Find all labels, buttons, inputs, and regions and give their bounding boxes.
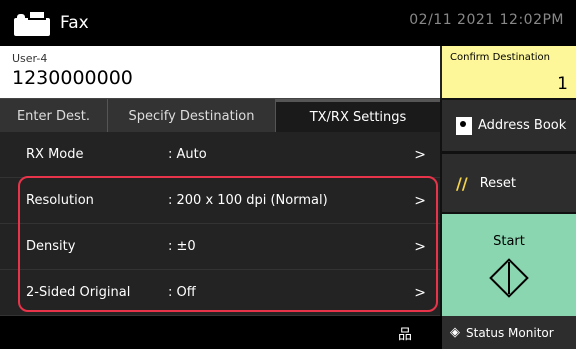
chevron-right-icon: > [414,192,426,209]
setting-value: : Off [168,285,196,300]
address-book-label: Address Book [478,118,567,133]
setting-row-2-sided-original[interactable]: 2-Sided Original : Off > [0,270,440,316]
chevron-right-icon: > [414,238,426,255]
reset-icon: // [456,173,468,193]
settings-list: RX Mode : Auto > Resolution : 200 x 100 … [0,132,440,316]
status-monitor-icon: ◈ [450,325,460,340]
address-book-icon [456,116,472,135]
start-label: Start [493,234,525,249]
status-monitor-button[interactable]: ◈ Status Monitor [442,316,576,349]
confirm-destination-button[interactable]: Confirm Destination 1 [440,46,576,98]
status-monitor-label: Status Monitor [466,325,554,340]
destination-user: User-4 [12,52,48,65]
network-icon: 品 [398,327,412,343]
destination-row: User-4 1230000000 Confirm Destination 1 [0,46,576,98]
title-bar: Fax 02/11 2021 12:02PM [0,0,576,46]
tab-enter-dest[interactable]: Enter Dest. [0,99,108,133]
app-title: Fax [60,13,89,33]
setting-label: RX Mode [26,147,84,162]
reset-button[interactable]: // Reset [442,154,576,212]
setting-label: 2-Sided Original [26,285,131,300]
start-button[interactable]: Start [442,214,576,316]
reset-label: Reset [479,175,517,191]
start-icon [489,258,529,298]
fax-screen: Fax 02/11 2021 12:02PM User-4 1230000000… [0,0,576,349]
setting-value: : 200 x 100 dpi (Normal) [168,193,328,208]
datetime: 02/11 2021 12:02PM [409,12,564,28]
setting-row-density[interactable]: Density : ±0 > [0,224,440,270]
tab-bar: Enter Dest. Specify Destination TX/RX Se… [0,98,440,133]
tab-specify-destination[interactable]: Specify Destination [108,99,276,133]
chevron-right-icon: > [414,284,426,301]
destination-count: 1 [557,74,568,94]
setting-label: Resolution [26,193,94,208]
fax-icon [14,8,54,38]
setting-row-rx-mode[interactable]: RX Mode : Auto > [0,132,440,178]
confirm-destination-label: Confirm Destination [450,52,550,63]
chevron-right-icon: > [414,146,426,163]
tab-txrx-settings[interactable]: TX/RX Settings [276,99,440,133]
destination-number: 1230000000 [12,67,133,89]
setting-label: Density [26,239,76,254]
bottom-bar: 品 ◈ Status Monitor [0,316,576,349]
address-book-button[interactable]: Address Book [442,100,576,152]
destination-display: User-4 1230000000 [0,46,440,98]
setting-row-resolution[interactable]: Resolution : 200 x 100 dpi (Normal) > [0,178,440,224]
setting-value: : Auto [168,147,207,162]
setting-value: : ±0 [168,239,196,254]
